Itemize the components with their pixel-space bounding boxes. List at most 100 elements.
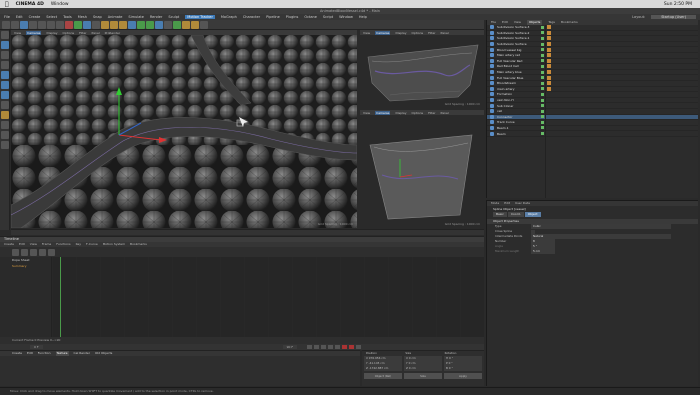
move-icon[interactable] bbox=[29, 20, 37, 29]
visibility-check-icon[interactable] bbox=[541, 98, 544, 102]
viewport-menu-cameras[interactable]: Cameras bbox=[375, 110, 391, 115]
go-to-end-icon[interactable] bbox=[335, 345, 341, 349]
object-name[interactable]: Track Curve bbox=[497, 120, 537, 124]
render-view-icon[interactable] bbox=[101, 20, 109, 29]
edges-mode-icon[interactable] bbox=[1, 81, 9, 89]
top-viewport[interactable]: View Cameras Display Options Filter Pane… bbox=[360, 30, 484, 108]
locking-icon[interactable] bbox=[1, 131, 9, 139]
obj-menu-edit[interactable]: Edit bbox=[502, 20, 508, 25]
visibility-check-icon[interactable] bbox=[541, 64, 544, 68]
snapping-icon[interactable] bbox=[1, 121, 9, 129]
workplane-icon[interactable] bbox=[1, 61, 9, 69]
ripple-icon[interactable] bbox=[30, 248, 37, 256]
mat-menu-old-objects[interactable]: Old Objects bbox=[95, 351, 112, 356]
object-tag-icon[interactable] bbox=[547, 58, 551, 63]
menu-edit[interactable]: Edit bbox=[16, 15, 23, 19]
viewport-menu-panel[interactable]: Panel bbox=[441, 31, 449, 35]
menu-snap[interactable]: Snap bbox=[93, 15, 102, 19]
size-z-field[interactable]: Z 0 cm bbox=[404, 366, 442, 371]
summary-row[interactable]: Summary bbox=[0, 263, 51, 269]
menu-select[interactable]: Select bbox=[46, 15, 57, 19]
visibility-check-icon[interactable] bbox=[541, 59, 544, 63]
polygons-mode-icon[interactable] bbox=[1, 91, 9, 99]
pen-icon[interactable] bbox=[137, 20, 145, 29]
timeline-grid[interactable] bbox=[52, 257, 484, 337]
object-tag-icon[interactable] bbox=[547, 47, 551, 52]
snap-key-icon[interactable] bbox=[39, 248, 46, 256]
object-tag-icon[interactable] bbox=[547, 25, 551, 30]
attr-tab-object[interactable]: Object bbox=[524, 212, 541, 217]
model-mode-icon[interactable] bbox=[1, 41, 9, 49]
frame-all-icon[interactable] bbox=[48, 248, 55, 256]
menu-render[interactable]: Render bbox=[150, 15, 162, 19]
z-axis-icon[interactable] bbox=[83, 20, 91, 29]
visibility-check-icon[interactable] bbox=[541, 53, 544, 57]
floor-icon[interactable] bbox=[173, 20, 181, 29]
object-tag-icon[interactable] bbox=[547, 81, 551, 86]
next-key-icon[interactable] bbox=[328, 345, 334, 349]
previous-key-icon[interactable] bbox=[314, 345, 320, 349]
object-tag-icon[interactable] bbox=[547, 36, 551, 41]
visibility-check-icon[interactable] bbox=[541, 87, 544, 91]
autokey-icon[interactable] bbox=[349, 345, 355, 349]
tl-menu-frame[interactable]: Frame bbox=[42, 242, 51, 247]
mat-menu-edit[interactable]: Edit bbox=[27, 351, 33, 356]
visibility-check-icon[interactable] bbox=[541, 25, 544, 29]
object-name[interactable]: Blood vessel big bbox=[497, 48, 537, 52]
apply-button[interactable]: Apply bbox=[444, 373, 482, 379]
object-name[interactable]: vein Non-H bbox=[497, 98, 537, 102]
visibility-check-icon[interactable] bbox=[541, 115, 544, 119]
mat-menu-texture[interactable]: Texture bbox=[55, 351, 69, 356]
right-viewport[interactable]: View Cameras Display Options Filter Pane… bbox=[360, 110, 484, 228]
deformer-icon[interactable] bbox=[164, 20, 172, 29]
tweak-mode-icon[interactable] bbox=[1, 111, 9, 119]
viewport-menu-options[interactable]: Options bbox=[63, 31, 75, 35]
menu-window[interactable]: Window bbox=[339, 15, 353, 19]
obj-menu-objects[interactable]: Objects bbox=[526, 20, 543, 25]
window-menu[interactable]: Window bbox=[51, 2, 69, 7]
mat-menu-create[interactable]: Create bbox=[12, 351, 22, 356]
y-axis-icon[interactable] bbox=[74, 20, 82, 29]
fcurve-mode-icon[interactable] bbox=[21, 248, 28, 256]
obj-menu-tags[interactable]: Tags bbox=[548, 20, 555, 25]
points-mode-icon[interactable] bbox=[1, 71, 9, 79]
close-spline-checkbox[interactable] bbox=[531, 229, 535, 234]
x-axis-icon[interactable] bbox=[65, 20, 73, 29]
render-picture-viewer-icon[interactable] bbox=[110, 20, 118, 29]
menu-octane[interactable]: Octane bbox=[304, 15, 317, 19]
visibility-check-icon[interactable] bbox=[541, 109, 544, 113]
menu-simulate[interactable]: Simulate bbox=[128, 15, 143, 19]
viewport-menu-filter[interactable]: Filter bbox=[428, 111, 435, 115]
viewport-menu-view[interactable]: View bbox=[363, 111, 370, 115]
app-menu[interactable]: CINEMA 4D bbox=[16, 2, 44, 7]
menu-mograph[interactable]: MoGraph bbox=[221, 15, 237, 19]
menu-help[interactable]: Help bbox=[359, 15, 367, 19]
viewport-menu-view[interactable]: View bbox=[14, 31, 21, 35]
coordinate-system-icon[interactable] bbox=[92, 20, 100, 29]
apple-icon[interactable]:  bbox=[5, 1, 9, 8]
object-name[interactable]: Full Vascular Blue bbox=[497, 76, 537, 80]
object-name[interactable]: Formation bbox=[497, 92, 537, 96]
mat-menu-function[interactable]: Function bbox=[38, 351, 51, 356]
object-column-divider[interactable] bbox=[545, 25, 546, 198]
type-dropdown[interactable]: Cubic bbox=[531, 224, 671, 229]
tl-menu-key[interactable]: Key bbox=[76, 242, 81, 247]
perspective-viewport[interactable]: View Cameras Display Options Filter Pane… bbox=[11, 30, 357, 228]
scale-icon[interactable] bbox=[38, 20, 46, 29]
tl-menu-edit[interactable]: Edit bbox=[19, 242, 25, 247]
viewport-menu-options[interactable]: Options bbox=[412, 111, 424, 115]
object-name[interactable]: Beam bbox=[497, 132, 537, 136]
menu-script[interactable]: Script bbox=[323, 15, 333, 19]
visibility-check-icon[interactable] bbox=[541, 42, 544, 46]
viewport-menu-filter[interactable]: Filter bbox=[428, 31, 435, 35]
visibility-check-icon[interactable] bbox=[541, 81, 544, 85]
object-tag-icon[interactable] bbox=[547, 30, 551, 35]
tl-menu-fcurve[interactable]: F-Curve bbox=[86, 242, 98, 247]
menu-tools[interactable]: Tools bbox=[63, 15, 72, 19]
object-name[interactable]: Subdivision Surface.2 bbox=[497, 31, 537, 35]
object-tag-icon[interactable] bbox=[547, 70, 551, 75]
redo-icon[interactable] bbox=[11, 20, 19, 29]
tl-menu-view[interactable]: View bbox=[30, 242, 37, 247]
end-frame-field[interactable]: 90 F bbox=[282, 345, 298, 349]
start-frame-field[interactable]: 0 F bbox=[30, 345, 43, 349]
